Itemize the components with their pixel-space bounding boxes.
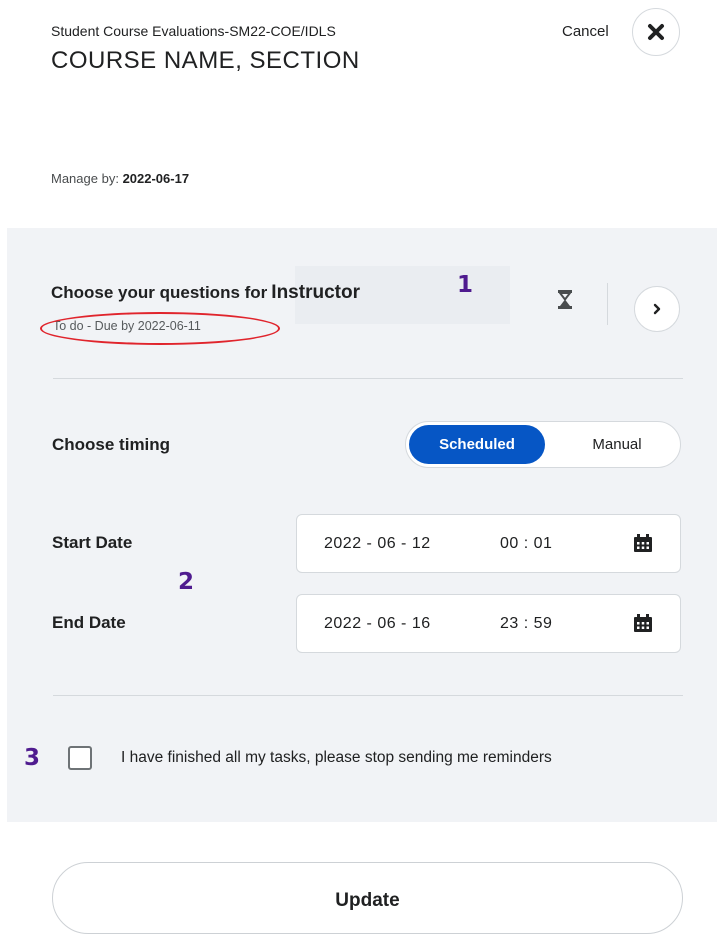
calendar-icon[interactable] xyxy=(633,614,653,638)
annotation-number: 3 xyxy=(24,745,41,771)
stop-reminders-label[interactable]: I have finished all my tasks, please sto… xyxy=(121,749,552,767)
next-button[interactable] xyxy=(634,286,680,332)
start-time-value[interactable]: 00 : 01 xyxy=(500,535,552,553)
calendar-icon[interactable] xyxy=(633,534,653,558)
chevron-right-icon xyxy=(653,303,661,315)
header-separator xyxy=(607,283,608,325)
manage-by-label: Manage by: xyxy=(51,171,119,186)
stop-reminders-checkbox[interactable] xyxy=(68,746,92,770)
annotation-ellipse xyxy=(40,312,280,345)
divider xyxy=(53,378,683,379)
cancel-link[interactable]: Cancel xyxy=(562,23,609,40)
start-date-field[interactable]: 2022 - 06 - 12 00 : 01 xyxy=(296,514,681,573)
close-x-icon xyxy=(648,24,664,40)
start-date-value[interactable]: 2022 - 06 - 12 xyxy=(324,535,431,553)
manage-by-date: 2022-06-17 xyxy=(122,171,190,186)
task-title-prefix: Choose your questions for xyxy=(51,283,268,302)
task-title[interactable]: Choose your questions for Instructor xyxy=(51,282,360,304)
annotation-number: 1 xyxy=(457,272,474,298)
update-button[interactable]: Update xyxy=(52,862,683,934)
timing-label: Choose timing xyxy=(52,435,171,454)
close-button[interactable] xyxy=(632,8,680,56)
end-date-value[interactable]: 2022 - 06 - 16 xyxy=(324,615,431,633)
course-title: COURSE NAME, SECTION xyxy=(51,47,360,74)
timing-toggle: Scheduled Manual xyxy=(405,421,681,468)
divider xyxy=(53,695,683,696)
evaluation-group-title: Student Course Evaluations-SM22-COE/IDLS xyxy=(51,23,336,39)
task-role: Instructor xyxy=(271,282,360,303)
timing-option-manual[interactable]: Manual xyxy=(555,425,679,464)
annotation-number: 2 xyxy=(178,569,195,595)
hourglass-icon xyxy=(557,290,573,314)
end-date-label: End Date xyxy=(52,613,126,632)
timing-option-scheduled[interactable]: Scheduled xyxy=(409,425,545,464)
end-time-value[interactable]: 23 : 59 xyxy=(500,615,552,633)
end-date-field[interactable]: 2022 - 06 - 16 23 : 59 xyxy=(296,594,681,653)
manage-by: Manage by: 2022-06-17 xyxy=(51,171,189,186)
start-date-label: Start Date xyxy=(52,533,133,552)
